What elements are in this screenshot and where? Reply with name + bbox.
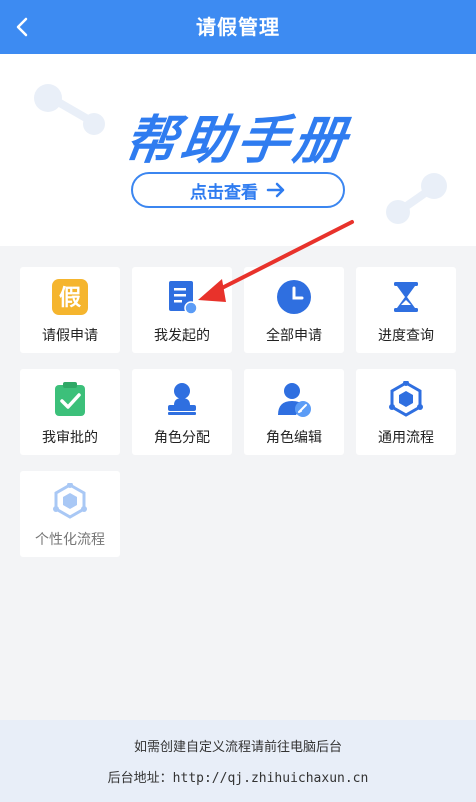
footer-note: 如需创建自定义流程请前往电脑后台 <box>133 740 342 755</box>
footer-info: 如需创建自定义流程请前往电脑后台 后台地址：http://qj.zhihuich… <box>0 720 476 802</box>
tile-label: 我发起的 <box>154 328 210 344</box>
svg-text:假: 假 <box>59 286 81 311</box>
view-help-label: 点击查看 <box>190 182 258 203</box>
clipboard-check-icon <box>52 381 88 417</box>
user-stamp-icon <box>164 381 200 417</box>
footer-address: 后台地址：http://qj.zhihuichaxun.cn <box>0 767 476 786</box>
hexagon-flow-light-icon <box>52 483 88 519</box>
tile-label: 角色分配 <box>154 430 210 446</box>
tile-label: 通用流程 <box>378 430 434 446</box>
admin-url-link[interactable]: http://qj.zhihuichaxun.cn <box>173 771 369 786</box>
tile-label: 全部申请 <box>266 328 322 344</box>
tile-label: 个性化流程 <box>35 532 105 548</box>
clock-icon <box>276 279 312 315</box>
user-edit-icon <box>276 381 312 417</box>
tile-label: 我审批的 <box>42 430 98 446</box>
tile-my-initiated[interactable]: 我发起的 <box>132 267 232 353</box>
tile-general-flow[interactable]: 通用流程 <box>356 369 456 455</box>
tile-label: 进度查询 <box>378 328 434 344</box>
hexagon-flow-icon <box>388 381 424 417</box>
help-manual-title: 帮助手册 <box>120 111 354 171</box>
tile-role-edit[interactable]: 角色编辑 <box>244 369 344 455</box>
tile-my-approvals[interactable]: 我审批的 <box>20 369 120 455</box>
tile-custom-flow[interactable]: 个性化流程 <box>20 471 120 557</box>
page-title: 请假管理 <box>196 15 280 39</box>
tile-label: 角色编辑 <box>266 430 322 446</box>
help-banner: 帮助手册 点击查看 <box>0 54 476 246</box>
view-help-button[interactable]: 点击查看 <box>131 172 345 208</box>
document-icon <box>164 279 200 315</box>
footer-address-label: 后台地址： <box>107 771 173 786</box>
tile-progress-query[interactable]: 进度查询 <box>356 267 456 353</box>
tile-all-requests[interactable]: 全部申请 <box>244 267 344 353</box>
tile-leave-request[interactable]: 假 请假申请 <box>20 267 120 353</box>
tile-role-assign[interactable]: 角色分配 <box>132 369 232 455</box>
app-header: 请假管理 <box>0 0 476 54</box>
hourglass-icon <box>388 279 424 315</box>
tile-label: 请假申请 <box>42 328 98 344</box>
arrow-right-icon <box>266 182 285 198</box>
leave-icon: 假 <box>52 279 88 315</box>
